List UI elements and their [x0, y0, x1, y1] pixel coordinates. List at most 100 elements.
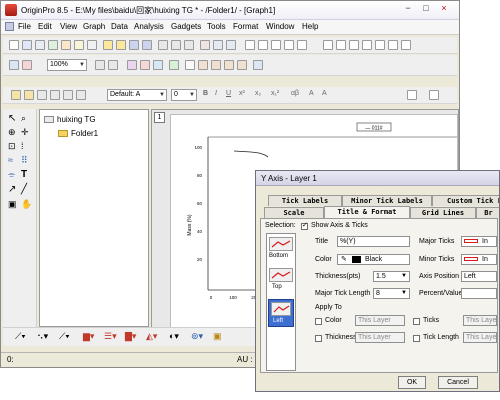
refresh-icon[interactable]	[245, 40, 255, 50]
dialog-title-bar[interactable]: Y Axis - Layer 1	[256, 171, 499, 186]
show-axis-checkbox[interactable]: ✓	[301, 222, 308, 230]
open-template-icon[interactable]	[116, 40, 126, 50]
apply-thickness-scope-select[interactable]: This Layer	[355, 332, 405, 343]
graph-window-icon[interactable]	[5, 22, 14, 31]
menu-help[interactable]: Help	[302, 22, 318, 31]
menu-analysis[interactable]: Analysis	[134, 22, 164, 31]
axis-title-input[interactable]: %(Y)	[337, 236, 410, 247]
italic-button[interactable]: I	[215, 90, 217, 97]
import-wizard-icon[interactable]	[184, 40, 194, 50]
data-curve[interactable]	[233, 150, 269, 158]
major-ticks-select[interactable]: In	[461, 236, 497, 247]
new-layer-icon[interactable]	[140, 60, 150, 70]
copy-page-icon[interactable]	[226, 40, 236, 50]
line-tool-icon[interactable]: ╱	[21, 184, 27, 195]
paint-icon[interactable]	[11, 90, 21, 100]
tab-minor-tick-labels[interactable]: Minor Tick Labels	[342, 195, 432, 206]
add-text-icon[interactable]	[127, 60, 137, 70]
decrease-font-button[interactable]: A	[322, 90, 327, 97]
apply-ticks-checkbox[interactable]	[413, 318, 420, 325]
color-select[interactable]: ✎ Black	[337, 254, 410, 265]
selection-item-bottom[interactable]: Bottom	[269, 253, 288, 259]
ok-button[interactable]: OK	[398, 376, 426, 389]
shape-icon[interactable]	[63, 90, 73, 100]
zoom-out-icon[interactable]	[108, 60, 118, 70]
selection-item-top[interactable]: Top	[272, 284, 282, 290]
column-plot-icon[interactable]: ▆▾	[83, 331, 94, 342]
import-ascii-icon[interactable]	[158, 40, 168, 50]
tab-title-format[interactable]: Title & Format	[324, 206, 410, 218]
zoom-in-icon[interactable]	[95, 60, 105, 70]
menu-data[interactable]: Data	[111, 22, 128, 31]
polar-plot-icon[interactable]: ⊚▾	[191, 331, 203, 342]
minimize-button[interactable]: −	[401, 3, 415, 15]
pointer-tool-icon[interactable]: ↖	[8, 113, 16, 124]
font-size-select[interactable]: 0 ▼	[171, 89, 197, 101]
arrange-layers-icon[interactable]	[153, 60, 163, 70]
tree-item-folder1[interactable]: Folder1	[58, 129, 98, 138]
screen-reader-icon[interactable]: ✛	[21, 127, 29, 138]
fill-color-icon[interactable]	[407, 90, 417, 100]
data-reader-icon[interactable]: ⊡	[8, 141, 16, 152]
menu-file[interactable]: File	[18, 22, 31, 31]
close-button[interactable]: ×	[437, 3, 451, 15]
tree-item-root[interactable]: huixing TG	[44, 115, 96, 124]
run-icon[interactable]	[22, 60, 32, 70]
smart-hint-icon[interactable]	[388, 40, 398, 50]
zoom-tool-icon[interactable]: ⌕	[21, 113, 26, 124]
new-project-icon[interactable]	[9, 40, 19, 50]
menu-tools[interactable]: Tools	[207, 22, 226, 31]
zoom-select[interactable]: 100% ▼	[47, 59, 87, 71]
layer-indicator[interactable]: 1	[154, 112, 165, 123]
bold-button[interactable]: B	[203, 90, 208, 97]
y-axis-title[interactable]: Mass (%)	[187, 214, 193, 235]
area-plot-icon[interactable]: ◭▾	[146, 331, 157, 342]
save-project-icon[interactable]	[129, 40, 139, 50]
menu-format[interactable]: Format	[233, 22, 258, 31]
scatter-plot-icon[interactable]: ⠢▾	[37, 331, 48, 342]
tab-break[interactable]: Br	[476, 207, 499, 218]
greek-button[interactable]: αβ	[291, 90, 299, 97]
merge-graphs-icon[interactable]	[169, 60, 179, 70]
mask-tool-icon[interactable]: ⠿	[21, 155, 28, 166]
rectangle-tool-icon[interactable]: ▣	[8, 199, 17, 210]
apply-ticks-scope-select[interactable]: This Layer	[463, 315, 497, 326]
export-icon[interactable]	[213, 40, 223, 50]
recalculate-icon[interactable]	[271, 40, 281, 50]
date-time-icon[interactable]	[211, 60, 221, 70]
menu-window[interactable]: Window	[266, 22, 294, 31]
save-window-icon[interactable]	[142, 40, 152, 50]
new-excel-icon[interactable]	[61, 40, 71, 50]
brush-icon[interactable]	[37, 90, 47, 100]
new-matrix-icon[interactable]	[48, 40, 58, 50]
fill-icon[interactable]	[24, 90, 34, 100]
maximize-button[interactable]: □	[419, 3, 433, 15]
new-graph-icon[interactable]	[35, 40, 45, 50]
minor-ticks-select[interactable]: In	[461, 254, 497, 265]
message-log-icon[interactable]	[375, 40, 385, 50]
percent-value-input[interactable]	[461, 288, 497, 299]
tab-scale[interactable]: Scale	[264, 207, 324, 218]
results-log-icon[interactable]	[323, 40, 333, 50]
bar-scale-icon[interactable]	[237, 60, 247, 70]
hand-tool-icon[interactable]: ✋	[21, 199, 32, 210]
menu-gadgets[interactable]: Gadgets	[171, 22, 201, 31]
increase-font-button[interactable]: A	[309, 90, 314, 97]
new-function-icon[interactable]	[74, 40, 84, 50]
apply-color-checkbox[interactable]	[315, 318, 322, 325]
rescale-icon[interactable]	[9, 60, 19, 70]
duplicate-icon[interactable]	[258, 40, 268, 50]
major-tick-length-select[interactable]: 8 ▼	[373, 288, 410, 299]
new-layout-icon[interactable]	[87, 40, 97, 50]
color-scale-icon[interactable]	[224, 60, 234, 70]
link-icon[interactable]	[76, 90, 86, 100]
superscript-button[interactable]: x²	[239, 90, 245, 97]
add-new-column-icon[interactable]	[284, 40, 294, 50]
tab-custom-tick-labels[interactable]: Custom Tick La	[432, 195, 499, 206]
layer-management-icon[interactable]	[401, 40, 411, 50]
menu-edit[interactable]: Edit	[38, 22, 52, 31]
apply-color-scope-select[interactable]: This Layer	[355, 315, 405, 326]
region-tool-icon[interactable]: ⌯	[8, 169, 15, 180]
code-builder-icon[interactable]	[297, 40, 307, 50]
supersubscript-button[interactable]: x₁²	[271, 90, 279, 97]
